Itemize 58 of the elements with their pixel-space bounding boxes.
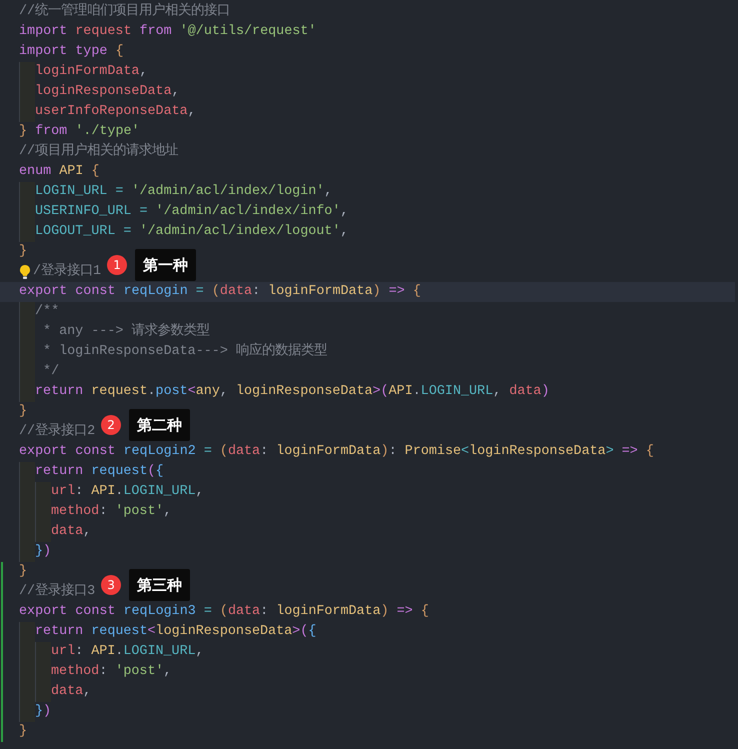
code-line: LOGOUT_URL = '/admin/acl/index/logout', bbox=[35, 223, 348, 241]
code-line: //项目用户相关的请求地址 bbox=[19, 142, 178, 161]
indent-guide bbox=[19, 462, 35, 482]
number-badge: 3 bbox=[101, 575, 122, 595]
code-line: userInfoReponseData, bbox=[35, 103, 196, 121]
code-line: url: API.LOGIN_URL, bbox=[51, 643, 204, 661]
code-line: }) bbox=[35, 543, 52, 561]
annotation-label: 第一种 bbox=[135, 249, 196, 281]
code-line: //统一管理咱们项目用户相关的接口 bbox=[19, 2, 230, 21]
code-line: data, bbox=[51, 523, 92, 541]
code-line: import type { bbox=[19, 43, 124, 61]
code-line: USERINFO_URL = '/admin/acl/index/info', bbox=[35, 203, 348, 221]
lightbulb-icon[interactable] bbox=[19, 264, 31, 280]
code-line: LOGIN_URL = '/admin/acl/index/login', bbox=[35, 183, 332, 201]
indent-guide bbox=[19, 622, 35, 642]
code-line: url: API.LOGIN_URL, bbox=[51, 483, 204, 501]
code-line: }) bbox=[35, 703, 52, 721]
code-line: * loginResponseData---> 响应的数据类型 bbox=[42, 342, 327, 361]
indent-guide bbox=[35, 682, 51, 702]
indent-guide bbox=[19, 222, 35, 242]
code-line: //登录接口3 bbox=[19, 582, 96, 601]
indent-guide bbox=[19, 62, 35, 82]
number-badge: 1 bbox=[107, 255, 128, 275]
code-line: } bbox=[19, 243, 28, 261]
code-line: //登录接口2 bbox=[19, 422, 96, 441]
code-line: loginFormData, bbox=[35, 63, 148, 81]
code-line: data, bbox=[51, 683, 92, 701]
code-line: method: 'post', bbox=[51, 663, 172, 681]
code-line: export const reqLogin = (data: loginFormData) => { bbox=[19, 283, 421, 301]
indent-guide bbox=[19, 102, 35, 122]
code-line: /登录接口1 bbox=[33, 262, 102, 281]
code-line: */ bbox=[42, 363, 60, 381]
code-line: } bbox=[19, 723, 28, 741]
code-line: return request.post<any, loginResponseData>(API.LOGIN_URL, data) bbox=[35, 383, 550, 401]
indent-guide bbox=[19, 382, 35, 402]
code-line: } bbox=[19, 403, 28, 421]
code-line: import request from '@/utils/request' bbox=[19, 23, 316, 41]
indent-guide bbox=[35, 522, 51, 542]
code-line: export const reqLogin3 = (data: loginFormData) => { bbox=[19, 603, 429, 621]
indent-guide bbox=[19, 542, 35, 562]
code-line: loginResponseData, bbox=[35, 83, 180, 101]
indent-guide bbox=[19, 182, 35, 202]
number-badge: 2 bbox=[101, 415, 122, 435]
indent-guide bbox=[35, 482, 51, 502]
code-line: export const reqLogin2 = (data: loginFormData): Promise<loginResponseData> => { bbox=[19, 443, 654, 461]
code-line: return request<loginResponseData>({ bbox=[35, 623, 316, 641]
code-line: return request({ bbox=[35, 463, 164, 481]
indent-guide bbox=[19, 302, 35, 322]
code-line: /** bbox=[35, 303, 60, 321]
annotation-label: 第三种 bbox=[129, 569, 190, 601]
annotation-label: 第二种 bbox=[129, 409, 190, 441]
indent-guide bbox=[35, 642, 51, 662]
code-line: * any ---> 请求参数类型 bbox=[42, 322, 210, 341]
code-line: enum API { bbox=[19, 163, 100, 181]
code-line: } from './type' bbox=[19, 123, 140, 141]
code-line: } bbox=[19, 563, 28, 581]
indent-guide bbox=[19, 702, 35, 722]
code-line: method: 'post', bbox=[51, 503, 172, 521]
